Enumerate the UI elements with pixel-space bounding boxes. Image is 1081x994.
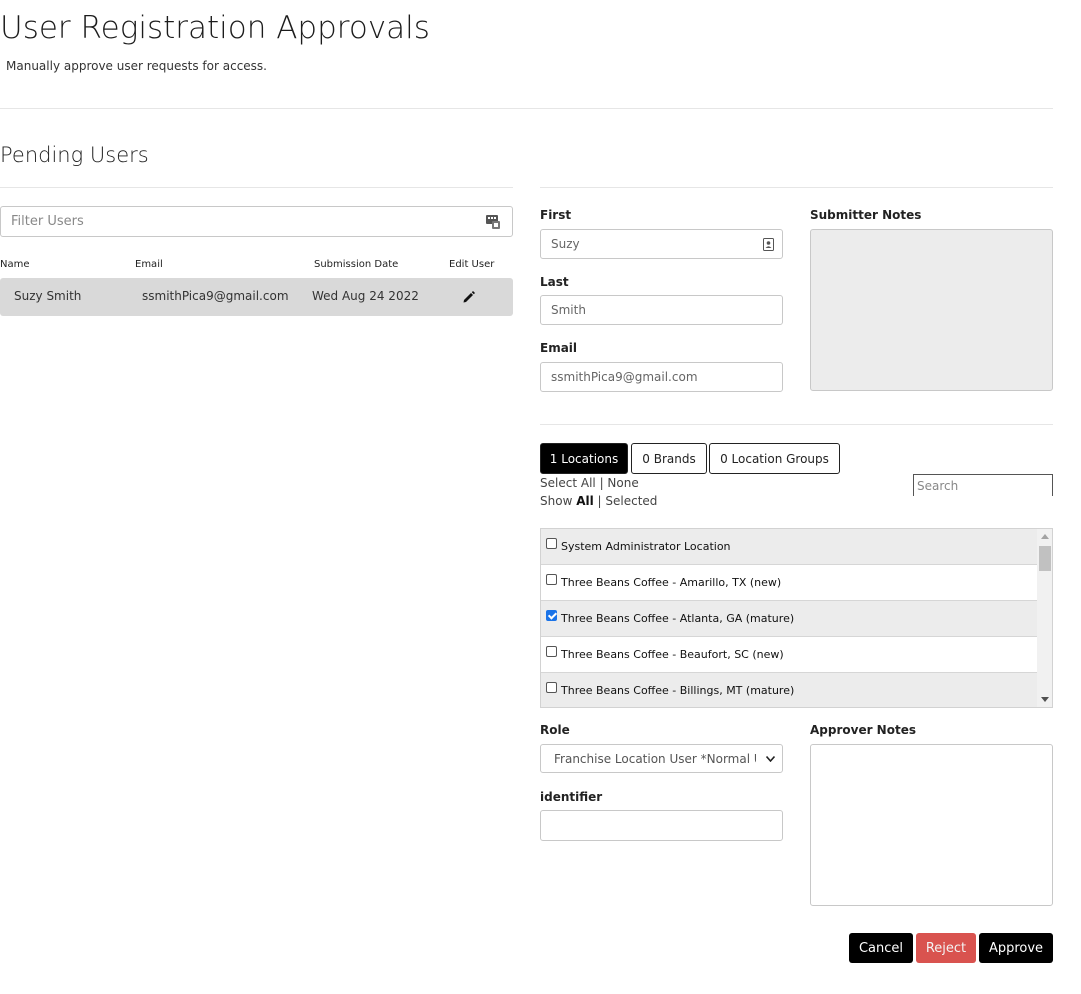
column-header-submission-date: Submission Date [314, 259, 399, 270]
submitter-notes-label: Submitter Notes [810, 208, 922, 222]
first-name-input[interactable] [541, 230, 782, 258]
first-name-field[interactable] [540, 229, 783, 259]
location-checkbox[interactable] [546, 610, 557, 621]
pencil-icon[interactable] [462, 290, 476, 304]
location-label: Three Beans Coffee - Atlanta, GA (mature… [561, 612, 795, 625]
location-label: Three Beans Coffee - Amarillo, TX (new) [561, 576, 782, 589]
location-checkbox[interactable] [546, 646, 557, 657]
column-header-email: Email [135, 259, 163, 270]
last-name-label: Last [540, 275, 569, 289]
pending-users-title: Pending Users [0, 143, 149, 167]
select-label: Select [540, 476, 578, 490]
page: User Registration Approvals Manually app… [0, 0, 1081, 994]
show-filter: Show All | Selected [540, 494, 658, 508]
select-none-link[interactable]: None [607, 476, 638, 490]
location-list-scrollbar[interactable] [1037, 529, 1052, 707]
email-label: Email [540, 341, 578, 355]
select-all-link[interactable]: All [581, 476, 596, 490]
location-label: Three Beans Coffee - Billings, MT (matur… [561, 684, 795, 697]
location-label: Three Beans Coffee - Beaufort, SC (new) [561, 648, 784, 661]
submitter-notes-box [810, 229, 1053, 391]
chevron-down-icon[interactable] [766, 756, 775, 762]
list-item[interactable]: Three Beans Coffee - Amarillo, TX (new) [541, 565, 1037, 601]
form-divider-top [540, 187, 1053, 188]
page-subtitle: Manually approve user requests for acces… [6, 59, 267, 73]
user-date-cell: Wed Aug 24 2022 [312, 289, 419, 303]
tab-location-groups[interactable]: 0 Location Groups [709, 443, 840, 474]
email-input[interactable] [541, 363, 782, 391]
location-label: System Administrator Location [561, 540, 731, 553]
approver-notes-label: Approver Notes [810, 723, 916, 737]
table-row[interactable]: Suzy Smith ssmithPica9@gmail.com Wed Aug… [0, 278, 513, 316]
list-item[interactable]: Three Beans Coffee - Billings, MT (matur… [541, 673, 1037, 707]
show-all-link[interactable]: All [576, 494, 594, 508]
user-name-cell: Suzy Smith [14, 289, 82, 303]
cancel-button[interactable]: Cancel [849, 933, 913, 963]
location-checkbox[interactable] [546, 574, 557, 585]
location-search-input[interactable] [914, 476, 1052, 496]
last-name-input[interactable] [541, 296, 782, 324]
role-select[interactable]: Franchise Location User *Normal User* [540, 744, 783, 773]
location-list[interactable]: System Administrator Location Three Bean… [540, 528, 1053, 708]
approver-notes-textarea[interactable] [810, 744, 1053, 906]
pending-divider [0, 187, 513, 188]
contact-card-icon[interactable] [763, 238, 774, 251]
show-selected-link[interactable]: Selected [605, 494, 657, 508]
tab-locations[interactable]: 1 Locations [540, 443, 628, 474]
scroll-up-arrow-icon[interactable] [1041, 534, 1049, 539]
user-email-cell: ssmithPica9@gmail.com [142, 289, 289, 303]
last-name-field[interactable] [540, 295, 783, 325]
location-search-field[interactable] [913, 474, 1053, 496]
scrollbar-thumb[interactable] [1039, 546, 1051, 571]
list-item[interactable]: System Administrator Location [541, 529, 1037, 565]
location-checkbox[interactable] [546, 538, 557, 549]
reject-button[interactable]: Reject [916, 933, 976, 963]
filter-users-input[interactable] [1, 207, 471, 236]
form-divider-middle [540, 424, 1053, 425]
column-header-name: Name [0, 259, 30, 270]
select-all-none: Select All | None [540, 476, 639, 490]
location-checkbox[interactable] [546, 682, 557, 693]
role-label: Role [540, 723, 570, 737]
approve-button[interactable]: Approve [979, 933, 1053, 963]
filter-users-field[interactable] [0, 206, 513, 237]
column-header-edit-user: Edit User [449, 259, 495, 270]
header-divider [0, 108, 1053, 109]
first-name-label: First [540, 208, 572, 222]
filter-icon[interactable] [486, 214, 501, 229]
show-label: Show [540, 494, 573, 508]
identifier-input[interactable] [541, 811, 782, 840]
scroll-down-arrow-icon[interactable] [1041, 697, 1049, 702]
identifier-field[interactable] [540, 810, 783, 841]
list-item[interactable]: Three Beans Coffee - Atlanta, GA (mature… [541, 601, 1037, 637]
tab-brands[interactable]: 0 Brands [631, 443, 707, 474]
email-field[interactable] [540, 362, 783, 392]
page-title: User Registration Approvals [0, 10, 430, 46]
role-select-value: Franchise Location User *Normal User* [554, 751, 756, 766]
list-item[interactable]: Three Beans Coffee - Beaufort, SC (new) [541, 637, 1037, 673]
identifier-label: identifier [540, 790, 603, 804]
